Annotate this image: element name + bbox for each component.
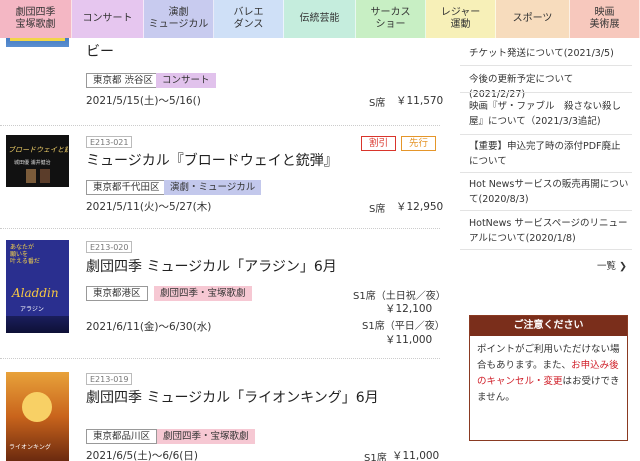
genre-tag: 劇団四季・宝塚歌劇 xyxy=(157,429,255,444)
genre-tag: コンサート xyxy=(156,73,216,88)
nav-label: レジャー 運動 xyxy=(440,7,481,30)
genre-tag: 演劇・ミュージカル xyxy=(164,180,262,195)
event-dates: 2021/6/5(土)～6/6(日) xyxy=(86,450,198,461)
poster-tagline: あなたが 願いを 叶える番だ xyxy=(10,244,40,265)
nav-label: 伝統芸能 xyxy=(299,13,340,24)
seat-label: S1席（土日祝／夜） xyxy=(353,291,445,302)
nav-shiki-takarazuka[interactable]: 劇団四季 宝塚歌劇 xyxy=(0,0,72,38)
nav-label: サーカス ショー xyxy=(370,7,411,30)
nav-traditional[interactable]: 伝統芸能 xyxy=(284,0,356,38)
seat-price: ￥11,000 xyxy=(392,450,440,461)
poster-logo: Aladdin xyxy=(12,286,59,300)
nav-sports[interactable]: スポーツ xyxy=(496,0,570,38)
poster-subtitle: アラジン xyxy=(20,306,44,313)
news-link[interactable]: 【重要】申込完了時の添付PDF廃止について xyxy=(469,139,629,169)
news-link[interactable]: チケット発送について(2021/3/5) xyxy=(469,46,629,61)
poster-title: ブロードウェイと銃弾 xyxy=(8,146,68,154)
event-code: E213-020 xyxy=(86,241,133,253)
seat-price: ￥12,100 xyxy=(385,303,433,315)
news-link[interactable]: HotNews サービスページのリニューアルについて(2020/1/8) xyxy=(469,216,629,246)
event-poster[interactable]: ブロードウェイと銃弾 城田優 浦井健治 xyxy=(6,135,69,187)
nav-label: スポーツ xyxy=(512,13,553,24)
event-poster[interactable]: ライオンキング xyxy=(6,372,69,461)
divider xyxy=(460,65,632,66)
nav-label: コンサート xyxy=(82,13,133,24)
poster-cast: 城田優 浦井健治 xyxy=(14,160,51,166)
divider xyxy=(460,249,632,250)
news-more-link[interactable]: 一覧 ❯ xyxy=(597,258,627,272)
event-dates: 2021/5/11(火)～5/27(木) xyxy=(86,201,212,213)
event-dates: 2021/6/11(金)～6/30(水) xyxy=(86,321,212,333)
area-tag: 東京都千代田区 xyxy=(86,180,167,195)
event-title[interactable]: 劇団四季 ミュージカル「ライオンキング」6月 xyxy=(86,387,379,407)
event-code: E213-021 xyxy=(86,136,133,148)
list-item[interactable]: あなたが 願いを 叶える番だ Aladdin アラジン E213-020 劇団四… xyxy=(0,229,445,359)
seat-price: ￥11,000 xyxy=(385,334,433,346)
news-link[interactable]: Hot Newsサービスの販売再開について(2020/8/3) xyxy=(469,177,629,207)
list-item[interactable]: ブロードウェイと銃弾 城田優 浦井健治 E213-021 割引 先行 ミュージカ… xyxy=(0,126,444,231)
nav-theater-musical[interactable]: 演劇 ミュージカル xyxy=(144,0,214,38)
event-dates: 2021/5/15(土)～5/16() xyxy=(86,95,201,107)
event-title[interactable]: 劇団四季 ミュージカル「アラジン」6月 xyxy=(86,256,337,276)
category-nav: 劇団四季 宝塚歌劇 コンサート 演劇 ミュージカル バレエ ダンス 伝統芸能 サ… xyxy=(0,0,640,38)
event-title[interactable]: ミュージカル『ブロードウェイと銃弾』 xyxy=(86,150,338,170)
divider xyxy=(460,172,632,173)
seat-label: S席 xyxy=(369,98,386,109)
nav-label: 映画 美術展 xyxy=(589,7,620,30)
seat-label: S1席（平日／夜） xyxy=(362,321,445,332)
news-link[interactable]: 映画『ザ・ファブル 殺さない殺し屋』について（2021/3/3追記) xyxy=(469,99,629,129)
area-tag: 東京都品川区 xyxy=(86,429,158,444)
divider xyxy=(460,210,632,211)
area-tag: 東京都 渋谷区 xyxy=(86,73,161,88)
poster-title: ライオンキング xyxy=(9,444,51,451)
nav-label: 演劇 ミュージカル xyxy=(148,7,209,30)
notice-title: ご注意ください xyxy=(470,316,627,336)
discount-badge: 割引 xyxy=(361,136,396,151)
news-link[interactable]: 今後の更新予定について(2021/2/27) xyxy=(469,72,629,102)
notice-box: ご注意ください ポイントがご利用いただけない場合もあります。また、お申込み後のキ… xyxy=(469,315,628,441)
seat-label: S席 xyxy=(369,204,386,215)
nav-circus-show[interactable]: サーカス ショー xyxy=(356,0,426,38)
genre-tag: 劇団四季・宝塚歌劇 xyxy=(154,286,252,301)
nav-ballet-dance[interactable]: バレエ ダンス xyxy=(214,0,284,38)
nav-label: 劇団四季 宝塚歌劇 xyxy=(15,7,56,30)
event-poster[interactable]: あなたが 願いを 叶える番だ Aladdin アラジン xyxy=(6,240,69,333)
seat-price: ￥11,570 xyxy=(396,95,444,107)
nav-label: バレエ ダンス xyxy=(233,7,264,30)
nav-concert[interactable]: コンサート xyxy=(72,0,144,38)
presale-badge: 先行 xyxy=(401,136,436,151)
list-item[interactable]: ライオンキング E213-019 劇団四季 ミュージカル「ライオンキング」6月 … xyxy=(0,359,440,461)
notice-body: ポイントがご利用いただけない場合もあります。また、お申込み後のキャンセル・変更は… xyxy=(470,336,627,412)
divider xyxy=(460,134,632,135)
nav-leisure[interactable]: レジャー 運動 xyxy=(426,0,496,38)
event-code: E213-019 xyxy=(86,373,133,385)
event-list: ビー 東京都 渋谷区 コンサート 2021/5/15(土)～5/16() S席 … xyxy=(0,0,445,461)
nav-movie-art[interactable]: 映画 美術展 xyxy=(570,0,640,38)
seat-price: ￥12,950 xyxy=(396,201,444,213)
seat-label: S1席 xyxy=(364,453,387,461)
event-title[interactable]: ビー xyxy=(86,41,114,61)
area-tag: 東京都港区 xyxy=(86,286,148,301)
divider xyxy=(460,92,632,93)
